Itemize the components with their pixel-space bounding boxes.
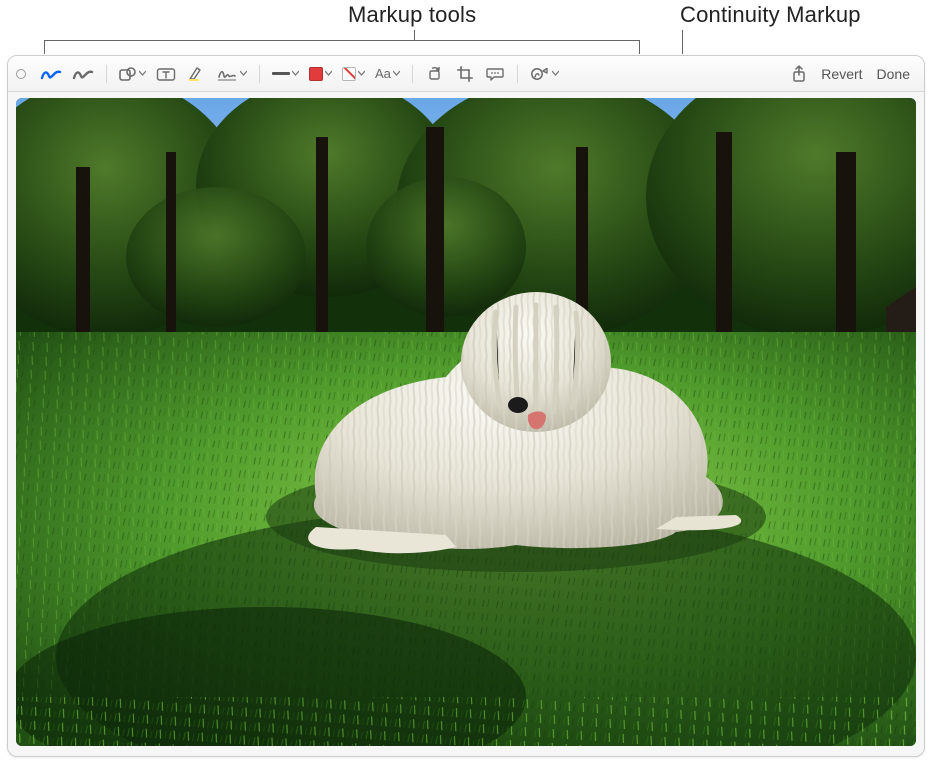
chevron-down-icon [240, 70, 247, 77]
share-button[interactable] [785, 61, 813, 87]
sign-button[interactable] [212, 61, 251, 87]
border-color-swatch [309, 67, 323, 81]
highlighter-icon [187, 66, 205, 82]
highlight-button[interactable] [182, 61, 210, 87]
done-label: Done [877, 66, 910, 82]
chevron-down-icon [139, 70, 146, 77]
chevron-down-icon [552, 70, 559, 77]
text-style-label: Aa [375, 66, 391, 81]
markup-toolbar: Aa [8, 56, 924, 92]
shapes-icon [119, 66, 137, 82]
shape-style-button[interactable] [268, 61, 303, 87]
draw-icon [72, 66, 94, 82]
revert-label: Revert [821, 66, 862, 82]
chevron-down-icon [325, 70, 332, 77]
image-canvas[interactable] [16, 98, 916, 746]
chevron-down-icon [393, 70, 400, 77]
chevron-down-icon [292, 70, 299, 77]
markup-window: Aa [7, 55, 925, 757]
fill-color-swatch-none [342, 67, 356, 81]
toolbar-separator [106, 65, 107, 83]
window-control-placeholder[interactable] [16, 69, 26, 79]
sketch-icon [40, 66, 62, 82]
rotate-icon [427, 66, 443, 82]
chevron-down-icon [358, 70, 365, 77]
text-button[interactable] [152, 61, 180, 87]
sketch-button[interactable] [36, 61, 66, 87]
image-description-button[interactable] [481, 61, 509, 87]
continuity-markup-button[interactable] [526, 61, 563, 87]
crop-icon [457, 66, 473, 82]
callout-bracket-markup-tools [44, 30, 640, 54]
callout-bracket-continuity [682, 30, 684, 54]
revert-button[interactable]: Revert [815, 61, 868, 87]
share-icon [792, 65, 806, 83]
text-style-button[interactable]: Aa [371, 61, 404, 87]
rotate-button[interactable] [421, 61, 449, 87]
callout-label-continuity-markup: Continuity Markup [680, 2, 861, 28]
border-color-button[interactable] [305, 61, 336, 87]
shapes-button[interactable] [115, 61, 150, 87]
continuity-icon [530, 66, 550, 82]
toolbar-separator [259, 65, 260, 83]
fill-color-button[interactable] [338, 61, 369, 87]
image-content [16, 98, 916, 746]
textbox-icon [156, 66, 176, 82]
done-button[interactable]: Done [871, 61, 916, 87]
toolbar-separator [517, 65, 518, 83]
speech-bubble-icon [486, 66, 504, 82]
crop-button[interactable] [451, 61, 479, 87]
toolbar-separator [412, 65, 413, 83]
draw-button[interactable] [68, 61, 98, 87]
signature-icon [216, 66, 238, 82]
line-weight-icon [272, 72, 290, 75]
callout-label-markup-tools: Markup tools [348, 2, 476, 28]
